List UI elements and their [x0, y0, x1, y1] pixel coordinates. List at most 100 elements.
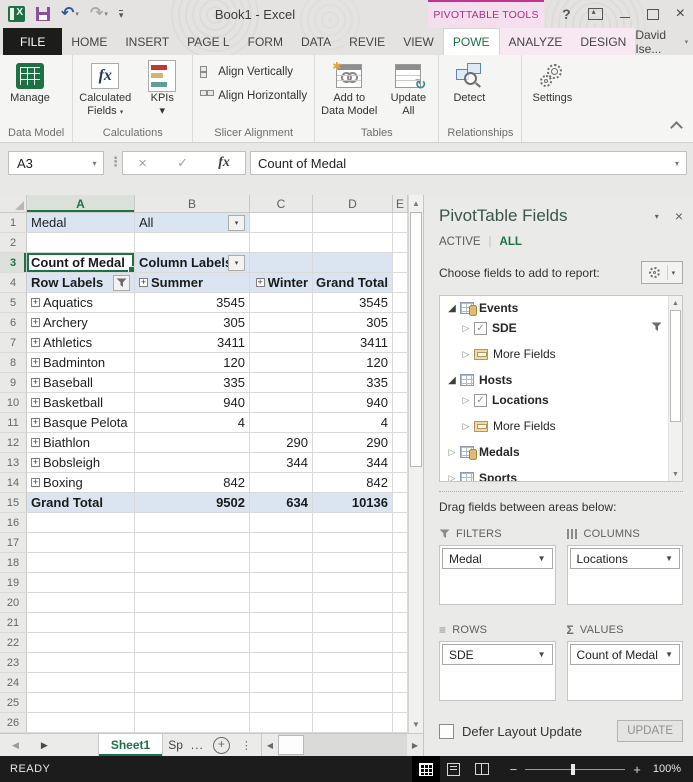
cell-A13[interactable]: + Bobsleigh: [27, 453, 135, 473]
expand-tree-icon[interactable]: ▷: [460, 421, 472, 432]
cell-A7[interactable]: + Athletics: [27, 333, 135, 353]
cell-A2[interactable]: [27, 233, 135, 253]
enter-icon[interactable]: ✓: [177, 155, 188, 171]
zoom-in-icon[interactable]: +: [633, 762, 641, 777]
cell-B16[interactable]: [135, 513, 250, 533]
cell-E21[interactable]: [393, 613, 408, 633]
column-header-B[interactable]: B: [135, 195, 250, 213]
row-header-10[interactable]: 10: [0, 393, 27, 413]
cell-B26[interactable]: [135, 713, 250, 733]
row-header-4[interactable]: 4: [0, 273, 27, 293]
page-layout-view-button[interactable]: [440, 756, 468, 782]
tab-file[interactable]: FILE: [3, 28, 63, 55]
row-header-17[interactable]: 17: [0, 533, 27, 553]
cancel-icon[interactable]: ×: [138, 155, 147, 172]
cell-D25[interactable]: [313, 693, 393, 713]
cell-D17[interactable]: [313, 533, 393, 553]
cell-E10[interactable]: [393, 393, 408, 413]
field-chip-sde[interactable]: SDE ▼: [442, 644, 553, 665]
values-area[interactable]: Count of Medal ▼: [566, 641, 683, 701]
cell-B11[interactable]: 4: [135, 413, 250, 433]
cell-B7[interactable]: 3411: [135, 333, 250, 353]
expand-icon[interactable]: +: [31, 298, 40, 307]
field-checkbox[interactable]: ✓: [474, 321, 487, 335]
sheet-tab-sheet1[interactable]: Sheet1: [97, 734, 164, 756]
expand-tree-icon[interactable]: ▷: [446, 447, 458, 458]
expand-icon[interactable]: +: [31, 478, 40, 487]
row-header-16[interactable]: 16: [0, 513, 27, 533]
expand-icon[interactable]: +: [31, 318, 40, 327]
cell-C1[interactable]: [250, 213, 313, 233]
vertical-scrollbar[interactable]: ▲ ▼: [408, 195, 423, 733]
cell-D8[interactable]: 120: [313, 353, 393, 373]
close-icon[interactable]: ×: [676, 6, 685, 22]
field-chip-locations[interactable]: Locations ▼: [569, 548, 680, 569]
cell-C13[interactable]: 344: [250, 453, 313, 473]
field-item-medals[interactable]: ▷ Medals: [440, 442, 668, 462]
row-header-22[interactable]: 22: [0, 633, 27, 653]
column-header-D[interactable]: D: [313, 195, 393, 213]
cell-A25[interactable]: [27, 693, 135, 713]
cell-E15[interactable]: [393, 493, 408, 513]
expand-icon[interactable]: +: [255, 278, 265, 287]
row-header-5[interactable]: 5: [0, 293, 27, 313]
collapse-ribbon-icon[interactable]: [670, 121, 683, 134]
zoom-percentage[interactable]: 100%: [653, 763, 681, 775]
row-header-3[interactable]: 3: [0, 253, 27, 273]
cell-A19[interactable]: [27, 573, 135, 593]
collapse-tree-icon[interactable]: ◢: [446, 303, 458, 314]
field-checkbox[interactable]: ✓: [474, 393, 487, 407]
filters-area[interactable]: Medal ▼: [439, 545, 556, 605]
next-sheet-icon[interactable]: ▶: [41, 740, 48, 751]
expand-tree-icon[interactable]: ▷: [446, 473, 458, 482]
expand-icon[interactable]: +: [31, 378, 40, 387]
tab-insert[interactable]: INSERT: [116, 28, 178, 55]
cell-A21[interactable]: [27, 613, 135, 633]
field-item-sde[interactable]: ▷ ✓ SDE: [440, 318, 668, 338]
field-item-more-fields[interactable]: ▷ More Fields: [440, 416, 668, 436]
cell-C7[interactable]: [250, 333, 313, 353]
cell-E3[interactable]: [393, 253, 408, 273]
scroll-up-icon[interactable]: ▲: [669, 296, 682, 310]
update-all-button[interactable]: ↻ Update All: [381, 59, 435, 119]
cell-B1[interactable]: All ▾: [135, 213, 250, 233]
row-header-23[interactable]: 23: [0, 653, 27, 673]
cell-A4[interactable]: Row Labels: [27, 273, 135, 293]
horizontal-scrollbar[interactable]: ◀ ▶: [260, 734, 423, 756]
cell-B13[interactable]: [135, 453, 250, 473]
zoom-slider[interactable]: [525, 763, 626, 775]
cell-B12[interactable]: [135, 433, 250, 453]
tab-data[interactable]: DATA: [292, 28, 340, 55]
undo-dropdown-icon[interactable]: ▾: [75, 10, 79, 18]
row-header-12[interactable]: 12: [0, 433, 27, 453]
cell-C9[interactable]: [250, 373, 313, 393]
tab-page-l[interactable]: PAGE L: [178, 28, 238, 55]
field-item-hosts[interactable]: ◢ Hosts: [440, 370, 668, 390]
cell-A10[interactable]: + Basketball: [27, 393, 135, 413]
expand-icon[interactable]: +: [139, 278, 148, 287]
cell-E14[interactable]: [393, 473, 408, 493]
cell-A16[interactable]: [27, 513, 135, 533]
calculated-fields-button[interactable]: fx Calculated Fields ▾: [76, 59, 134, 120]
cell-B17[interactable]: [135, 533, 250, 553]
save-icon[interactable]: [36, 7, 50, 21]
cell-E18[interactable]: [393, 553, 408, 573]
cell-C24[interactable]: [250, 673, 313, 693]
new-sheet-button[interactable]: +: [212, 736, 230, 754]
collapse-tree-icon[interactable]: ◢: [446, 375, 458, 386]
cell-D22[interactable]: [313, 633, 393, 653]
cell-D3[interactable]: [313, 253, 393, 273]
cell-D19[interactable]: [313, 573, 393, 593]
cell-E6[interactable]: [393, 313, 408, 333]
row-header-21[interactable]: 21: [0, 613, 27, 633]
previous-sheet-icon[interactable]: ◀: [12, 740, 19, 751]
cell-E9[interactable]: [393, 373, 408, 393]
cell-B19[interactable]: [135, 573, 250, 593]
chevron-down-icon[interactable]: ▼: [665, 554, 673, 563]
cell-C15[interactable]: 634: [250, 493, 313, 513]
cell-A26[interactable]: [27, 713, 135, 733]
cell-A15[interactable]: Grand Total: [27, 493, 135, 513]
cell-E4[interactable]: [393, 273, 408, 293]
cell-C5[interactable]: [250, 293, 313, 313]
cell-D15[interactable]: 10136: [313, 493, 393, 513]
